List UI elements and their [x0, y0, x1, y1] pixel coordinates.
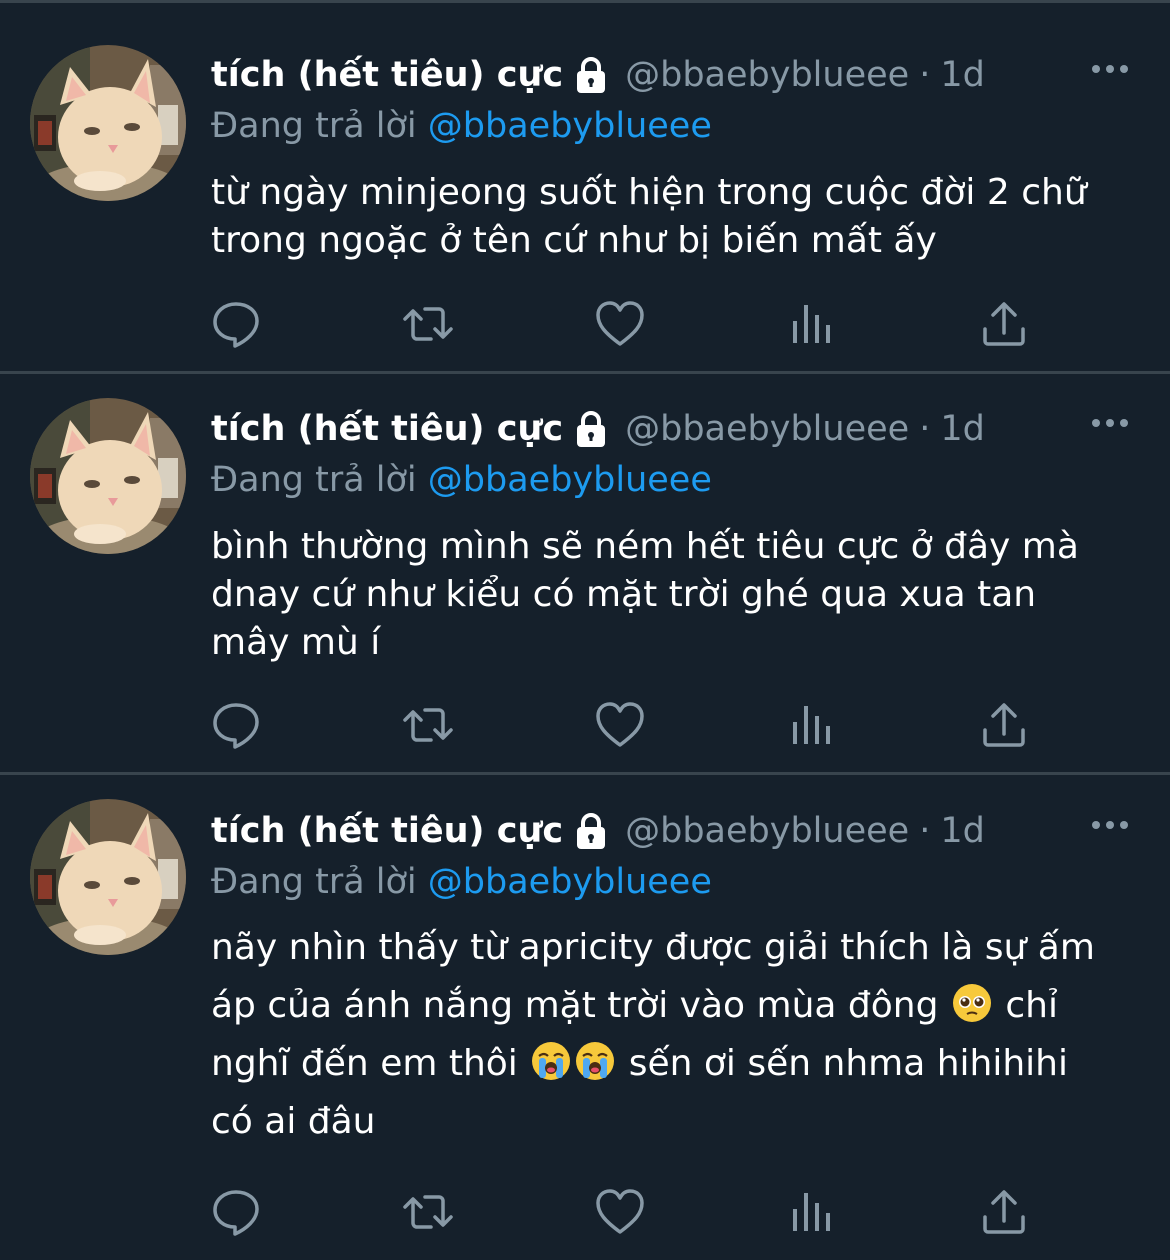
- share-button[interactable]: [979, 1187, 1029, 1237]
- timestamp[interactable]: 1d: [940, 409, 985, 449]
- lock-icon: [571, 55, 611, 95]
- share-icon: [979, 1187, 1029, 1237]
- mention-link[interactable]: @bbaebyblueee: [428, 460, 712, 500]
- heart-icon: [595, 700, 645, 750]
- tweet-text: nãy nhìn thấy từ apricity được giải thíc…: [211, 919, 1130, 1151]
- separator: ·: [919, 811, 931, 851]
- handle[interactable]: @bbaebyblueee: [625, 811, 909, 851]
- text-line: áp của ánh nắng mặt trời vào mùa đông: [211, 985, 939, 1026]
- reply-context: Đang trả lời @bbaebyblueee: [211, 857, 1130, 907]
- like-button[interactable]: [595, 299, 645, 349]
- tweet-2[interactable]: tích (hết tiêu) cực @bbaebyblueee · 1d Đ…: [0, 374, 1170, 772]
- heart-icon: [595, 1187, 645, 1237]
- loudly-crying-face-emoji-icon: [531, 1041, 571, 1081]
- timestamp[interactable]: 1d: [940, 811, 985, 851]
- cat-avatar-icon: [30, 799, 186, 955]
- tweet-1[interactable]: tích (hết tiêu) cực @bbaebyblueee · 1d Đ…: [0, 3, 1170, 370]
- text-line: chỉ: [993, 985, 1058, 1026]
- reply-prefix: Đang trả lời: [211, 460, 417, 500]
- separator: ·: [919, 55, 931, 95]
- retweet-button[interactable]: [403, 700, 453, 750]
- mention-link[interactable]: @bbaebyblueee: [428, 862, 712, 902]
- text-line: nghĩ đến em thôi: [211, 1043, 518, 1084]
- lock-icon: [571, 409, 611, 449]
- analytics-icon: [787, 1187, 837, 1237]
- action-bar: [211, 299, 1041, 349]
- more-icon[interactable]: [1090, 813, 1130, 837]
- retweet-icon: [403, 1187, 453, 1237]
- display-name[interactable]: tích (hết tiêu) cực: [211, 409, 563, 449]
- cat-avatar-icon: [30, 398, 186, 554]
- tweet-3[interactable]: tích (hết tiêu) cực @bbaebyblueee · 1d Đ…: [0, 775, 1170, 1260]
- reply-button[interactable]: [211, 299, 261, 349]
- display-name[interactable]: tích (hết tiêu) cực: [211, 811, 563, 851]
- reply-icon: [211, 1187, 261, 1237]
- avatar[interactable]: [30, 799, 186, 955]
- pleading-face-emoji-icon: [952, 983, 992, 1023]
- share-button[interactable]: [979, 700, 1029, 750]
- like-button[interactable]: [595, 700, 645, 750]
- reply-context: Đang trả lời @bbaebyblueee: [211, 455, 1130, 505]
- avatar[interactable]: [30, 398, 186, 554]
- reply-prefix: Đang trả lời: [211, 106, 417, 146]
- like-button[interactable]: [595, 1187, 645, 1237]
- tweet-text: bình thường mình sẽ ném hết tiêu cực ở đ…: [211, 526, 1079, 663]
- analytics-button[interactable]: [787, 299, 837, 349]
- handle[interactable]: @bbaebyblueee: [625, 409, 909, 449]
- analytics-icon: [787, 700, 837, 750]
- reply-icon: [211, 700, 261, 750]
- reply-button[interactable]: [211, 1187, 261, 1237]
- analytics-icon: [787, 299, 837, 349]
- more-icon[interactable]: [1090, 57, 1130, 81]
- lock-icon: [571, 811, 611, 851]
- loudly-crying-face-emoji-icon: [575, 1041, 615, 1081]
- cat-avatar-icon: [30, 45, 186, 201]
- analytics-button[interactable]: [787, 1187, 837, 1237]
- text-line: sến ơi sến nhma hihihihi: [617, 1043, 1068, 1084]
- retweet-icon: [403, 299, 453, 349]
- retweet-button[interactable]: [403, 299, 453, 349]
- reply-button[interactable]: [211, 700, 261, 750]
- text-line: nãy nhìn thấy từ apricity được giải thíc…: [211, 927, 1095, 968]
- retweet-icon: [403, 700, 453, 750]
- reply-prefix: Đang trả lời: [211, 862, 417, 902]
- retweet-button[interactable]: [403, 1187, 453, 1237]
- display-name[interactable]: tích (hết tiêu) cực: [211, 55, 563, 95]
- share-icon: [979, 299, 1029, 349]
- reply-context: Đang trả lời @bbaebyblueee: [211, 101, 1130, 151]
- share-icon: [979, 700, 1029, 750]
- tweet-header: tích (hết tiêu) cực @bbaebyblueee · 1d: [211, 49, 1130, 101]
- action-bar: [211, 700, 1041, 750]
- tweet-header: tích (hết tiêu) cực @bbaebyblueee · 1d: [211, 805, 1130, 857]
- analytics-button[interactable]: [787, 700, 837, 750]
- tweet-header: tích (hết tiêu) cực @bbaebyblueee · 1d: [211, 403, 1130, 455]
- heart-icon: [595, 299, 645, 349]
- more-icon[interactable]: [1090, 411, 1130, 435]
- action-bar: [211, 1187, 1041, 1237]
- handle[interactable]: @bbaebyblueee: [625, 55, 909, 95]
- text-line: có ai đâu: [211, 1101, 376, 1142]
- reply-icon: [211, 299, 261, 349]
- tweet-text: từ ngày minjeong suốt hiện trong cuộc đờ…: [211, 172, 1087, 261]
- mention-link[interactable]: @bbaebyblueee: [428, 106, 712, 146]
- timestamp[interactable]: 1d: [940, 55, 985, 95]
- avatar[interactable]: [30, 45, 186, 201]
- share-button[interactable]: [979, 299, 1029, 349]
- separator: ·: [919, 409, 931, 449]
